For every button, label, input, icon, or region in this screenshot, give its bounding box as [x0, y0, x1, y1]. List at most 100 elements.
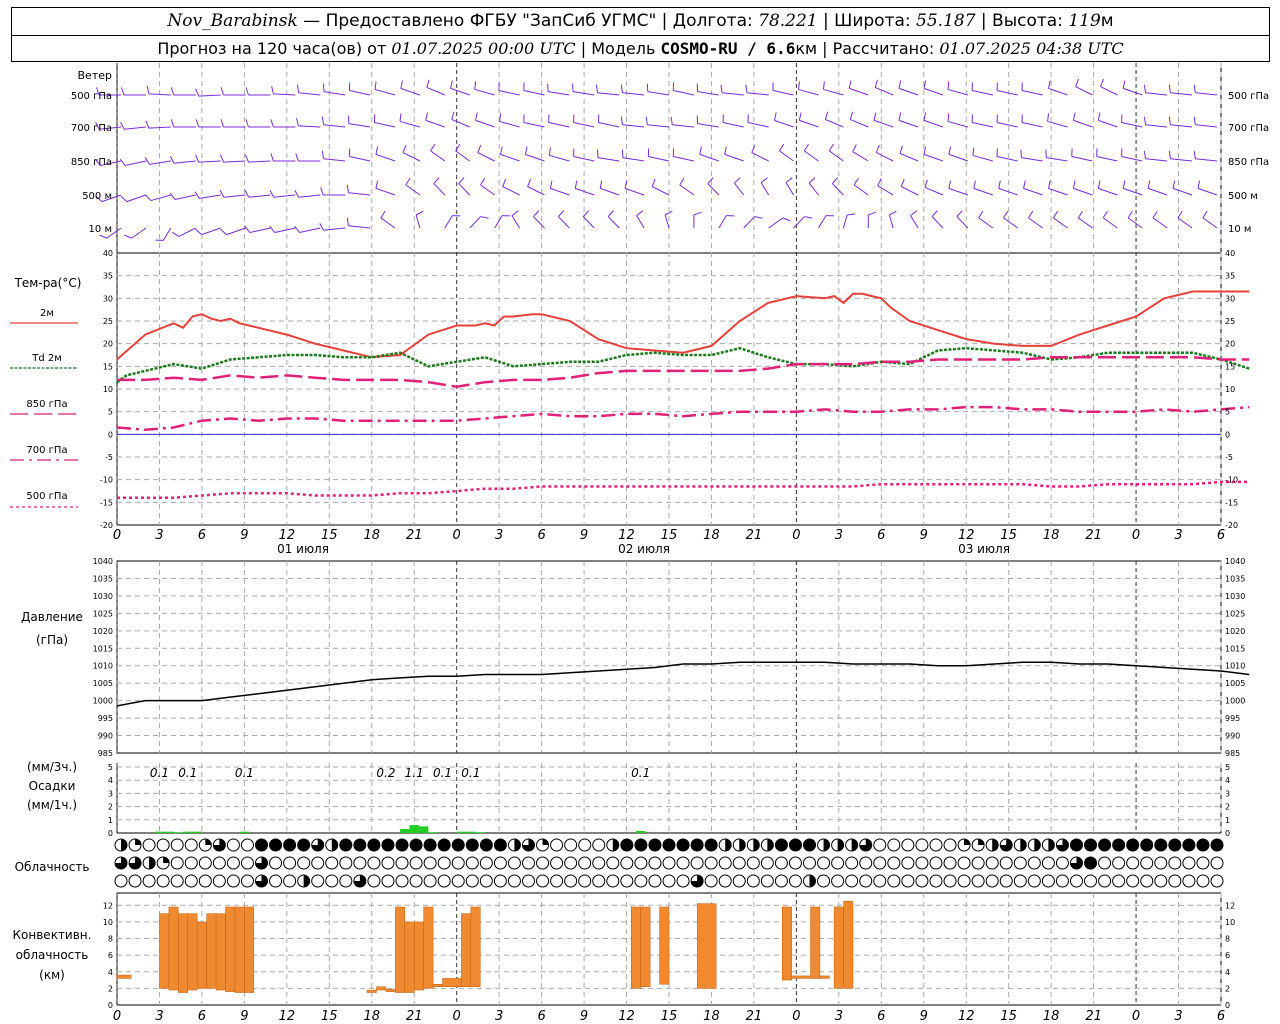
cloud-circle: [1168, 838, 1182, 852]
cloud-circle: [1041, 874, 1055, 888]
wind-barb: [380, 217, 396, 229]
x-tick-label: 3: [1174, 528, 1182, 543]
wind-barb: [722, 92, 744, 96]
cloud-circle: [971, 838, 985, 852]
wind-barb: [433, 183, 446, 196]
cloud-circle: [901, 856, 915, 870]
wind-barb: [575, 187, 595, 196]
cloud-circle: [774, 838, 788, 852]
cloud-circle: [255, 874, 269, 888]
y-tick-label-press: 1000: [93, 697, 113, 706]
wind-barb-feather: [645, 116, 648, 125]
y-tick-label-temp: 10: [103, 385, 113, 394]
cloud-circle: [901, 838, 915, 852]
wind-barb-feather: [847, 213, 856, 216]
wind-barb-feather: [898, 112, 902, 121]
cloud-circle: [704, 874, 718, 888]
pressure-title: Давление: [21, 610, 83, 624]
y-tick-label-press: 1040: [93, 557, 113, 566]
y-tick-label-precip-right: 2: [1225, 803, 1230, 812]
y-tick-label-press-right: 1000: [1225, 697, 1245, 706]
wind-barb: [298, 194, 321, 198]
wind-barb: [582, 216, 595, 229]
x-tick-label: 15: [661, 1009, 678, 1024]
cloud-circle: [1041, 856, 1055, 870]
y-tick-label-conv-right: 8: [1225, 935, 1230, 944]
wind-barb-feather: [269, 189, 275, 198]
cloud-circle: [536, 856, 550, 870]
wind-barb: [1098, 119, 1118, 128]
precip-bar: [192, 831, 202, 833]
x-tick-label: 18: [1043, 528, 1060, 543]
cloud-circle: [831, 874, 845, 888]
conv-bar: [631, 906, 641, 989]
cloud-circle: [479, 856, 493, 870]
wind-barb-feather: [972, 147, 975, 156]
y-tick-label-precip: 5: [108, 763, 113, 772]
cloud-circle: [226, 838, 240, 852]
wind-barb: [548, 91, 570, 96]
wind-barb-feather: [220, 154, 225, 163]
y-tick-label-precip-right: 3: [1225, 789, 1230, 798]
wind-barb-feather: [170, 119, 175, 128]
wind-barb: [1147, 187, 1168, 196]
conv-bar: [385, 988, 396, 992]
wind-barb: [1098, 187, 1118, 196]
y-tick-label-conv: 6: [108, 951, 113, 960]
cloud-circle: [999, 838, 1013, 852]
precip-bar: [409, 825, 419, 833]
precip-bar: [164, 831, 174, 833]
cloud-circle: [662, 856, 676, 870]
y-tick-label-precip: 1: [108, 816, 113, 825]
cloud-circle: [339, 856, 353, 870]
wind-barb: [874, 86, 894, 96]
wind-barb: [323, 124, 346, 128]
cloud-circle: [999, 874, 1013, 888]
x-tick-label: 21: [1085, 528, 1102, 543]
cloud-circle: [339, 838, 353, 852]
cloud-circle: [240, 856, 254, 870]
cloud-circle: [746, 838, 760, 852]
y-tick-label-precip-right: 4: [1225, 776, 1230, 785]
wind-barb: [672, 124, 694, 128]
cloud-circle: [845, 838, 859, 852]
wind-barb: [828, 150, 844, 162]
wind-barb: [1197, 187, 1218, 196]
wind-barb-feather: [831, 177, 839, 184]
wind-barb-feather: [1168, 150, 1171, 159]
cloud-circle: [592, 856, 606, 870]
cloud-circle: [128, 874, 142, 888]
precip-bar: [239, 831, 250, 833]
wind-barb: [1170, 92, 1193, 96]
conv-bar: [640, 906, 651, 987]
wind-level-label-right: 500 м: [1228, 191, 1258, 202]
cloud-circle: [1041, 838, 1055, 852]
wind-barb: [947, 88, 969, 96]
wind-barb-feather: [195, 119, 200, 128]
cloud-circle: [817, 874, 831, 888]
cloud-circle: [465, 838, 479, 852]
cloud-circle: [592, 874, 606, 888]
wind-barb: [458, 183, 471, 196]
cloud-circle: [634, 856, 648, 870]
wind-barb-feather: [874, 79, 878, 88]
wind-barb-feather: [808, 177, 816, 184]
wind-barb: [1023, 187, 1043, 196]
cloud-circle: [255, 856, 269, 870]
convective-cloud-bars: [116, 900, 854, 993]
wind-barb: [743, 216, 756, 229]
cloud-circle: [648, 874, 662, 888]
x-tick-label: 9: [240, 528, 248, 543]
axis-labels: 0033669912121515181821210033669912121515…: [10, 249, 1245, 1024]
cloud-circle: [240, 838, 254, 852]
wind-barb-feather: [1102, 210, 1108, 219]
wind-barb-feather: [119, 158, 126, 166]
x-tick-label: 18: [703, 528, 720, 543]
wind-barb-feather: [146, 85, 150, 94]
wind-barb: [415, 214, 421, 229]
wind-barb: [426, 86, 446, 96]
conv-bar: [697, 903, 717, 989]
x-tick-label: 6: [537, 528, 545, 543]
wind-barb: [201, 227, 221, 236]
cloud-circle: [760, 838, 774, 852]
